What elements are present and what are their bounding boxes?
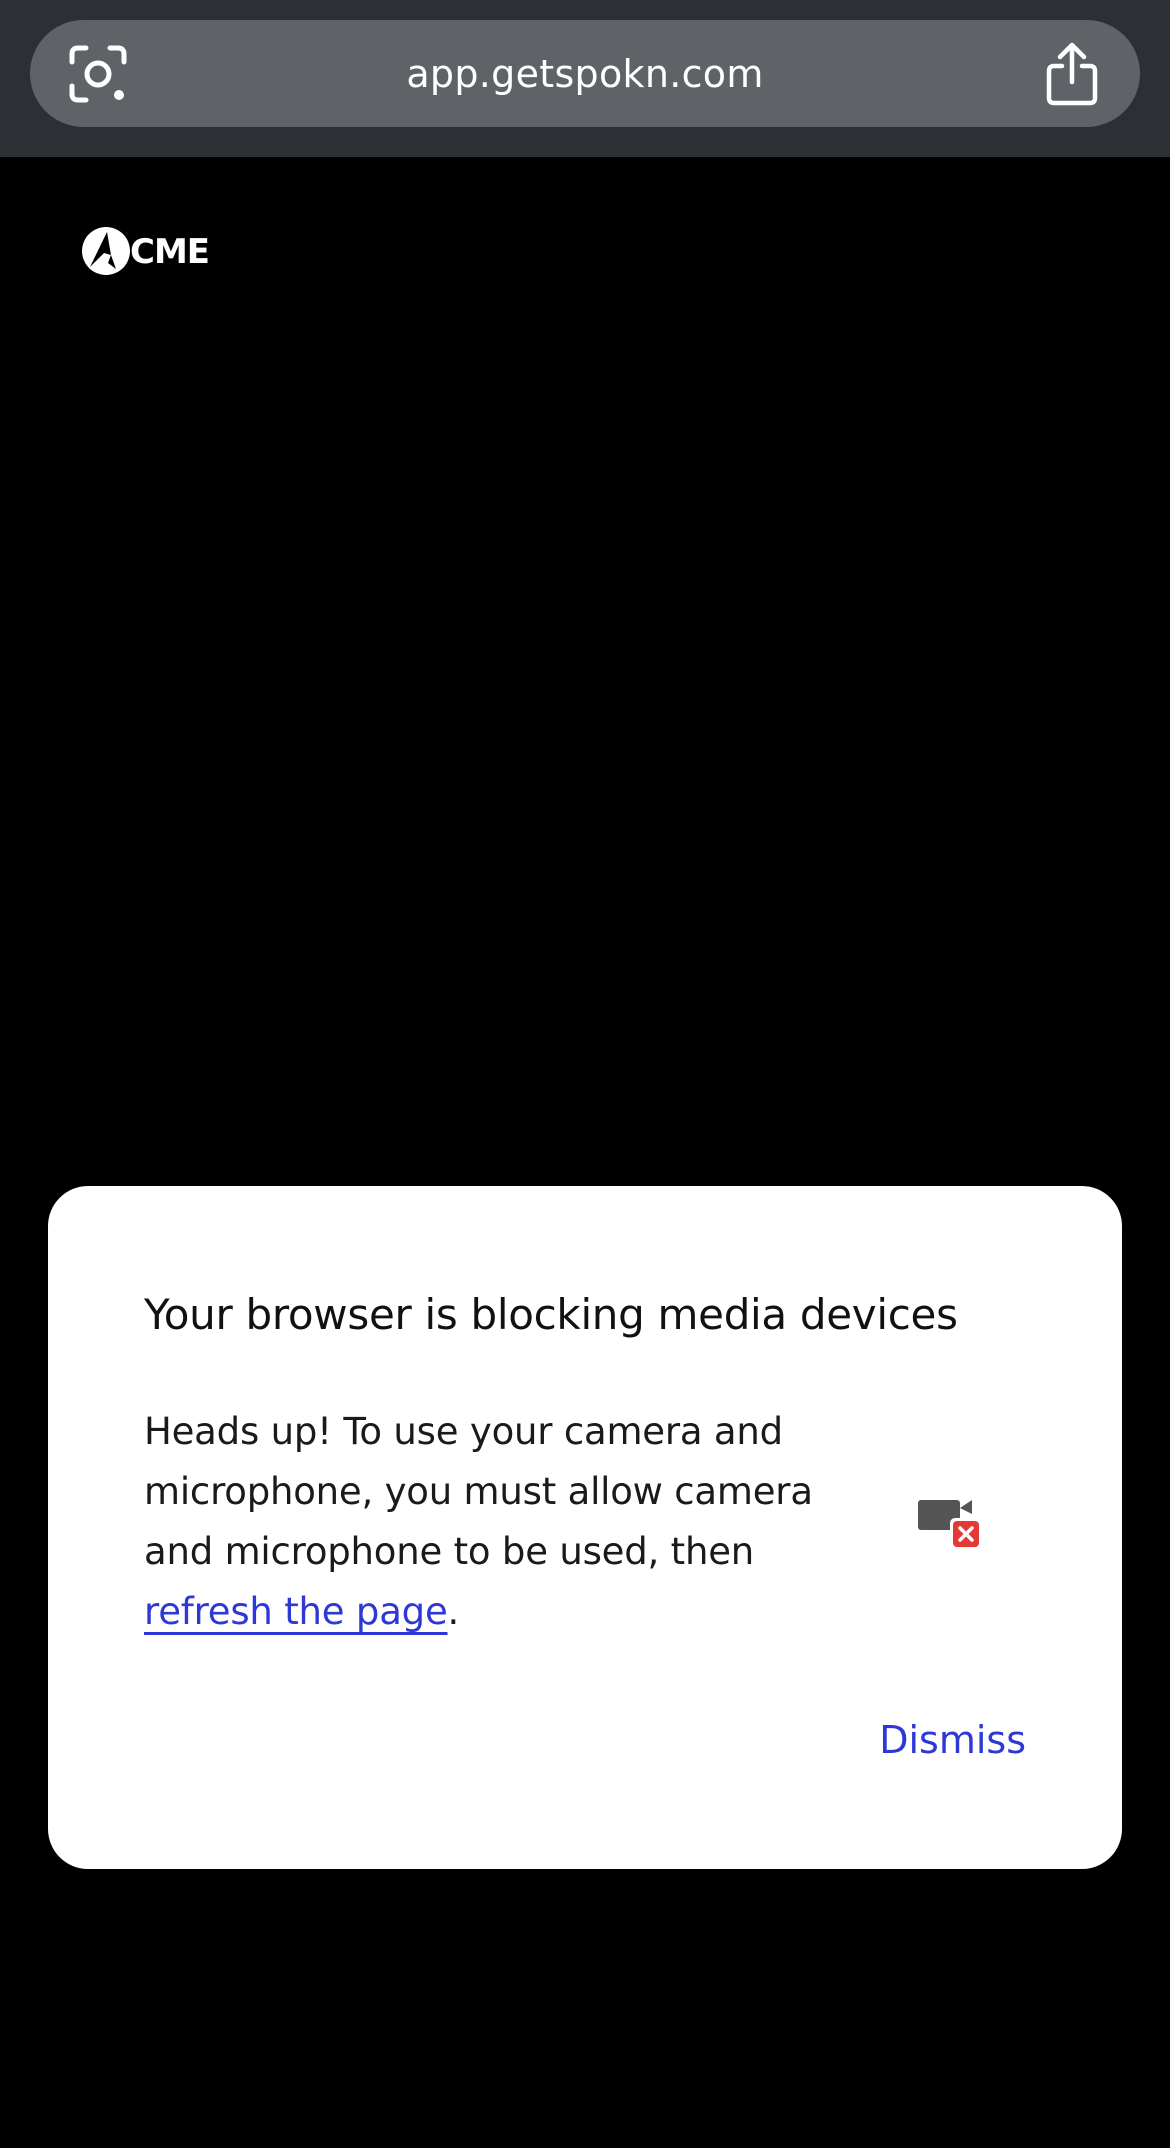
logo-text: CME xyxy=(130,232,210,272)
address-bar[interactable]: app.getspokn.com xyxy=(30,20,1140,127)
url-text: app.getspokn.com xyxy=(406,51,764,96)
dialog-trailing-text: . xyxy=(447,1590,460,1633)
dialog-message: Heads up! To use your camera and microph… xyxy=(144,1402,884,1642)
camera-blocked-icon xyxy=(916,1492,986,1558)
page-content: CME Your browser is blocking media devic… xyxy=(0,157,1170,2148)
browser-toolbar: app.getspokn.com xyxy=(0,0,1170,157)
media-blocked-dialog: Your browser is blocking media devices H… xyxy=(48,1186,1122,1869)
acme-logo[interactable]: CME xyxy=(80,223,210,279)
dialog-title: Your browser is blocking media devices xyxy=(144,1290,958,1339)
dialog-body-text: Heads up! To use your camera and microph… xyxy=(144,1410,813,1573)
dismiss-button[interactable]: Dismiss xyxy=(879,1718,1026,1762)
acme-logo-mark xyxy=(82,227,130,275)
share-icon[interactable] xyxy=(1040,40,1104,108)
refresh-page-link[interactable]: refresh the page xyxy=(144,1590,448,1633)
